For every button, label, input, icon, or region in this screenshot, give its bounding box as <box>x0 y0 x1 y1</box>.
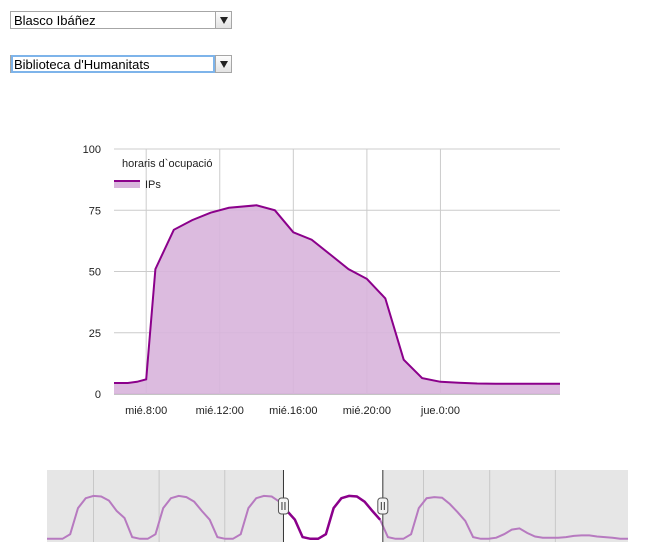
handle-grip <box>377 497 389 515</box>
campus-select[interactable]: Blasco Ibáñez <box>10 11 232 29</box>
chevron-down-icon <box>220 61 228 68</box>
x-axis: mié.8:00 mié.12:00 mié.16:00 mié.20:00 jue.0… <box>125 405 460 417</box>
x-tick-label: mié.12:00 <box>196 405 244 417</box>
y-tick-label: 0 <box>95 389 101 401</box>
y-tick-label: 50 <box>89 267 101 279</box>
x-tick-label: mié.20:00 <box>343 405 391 417</box>
legend-title: horaris d`ocupació <box>122 158 213 170</box>
x-tick-label: mié.8:00 <box>125 405 167 417</box>
y-axis: 0 25 50 75 100 <box>83 144 101 401</box>
library-select-button[interactable] <box>215 55 232 73</box>
handle-grip <box>277 497 289 515</box>
x-tick-label: jue.0:00 <box>420 405 460 417</box>
chart-series <box>114 204 560 394</box>
library-select[interactable]: Biblioteca d'Humanitats <box>10 55 232 73</box>
chevron-down-icon <box>220 17 228 24</box>
range-navigator[interactable] <box>0 470 660 560</box>
legend-swatch <box>114 181 140 188</box>
campus-select-button[interactable] <box>215 11 232 29</box>
x-tick-label: mié.16:00 <box>269 405 317 417</box>
campus-select-value: Blasco Ibáñez <box>14 13 96 28</box>
chart-legend[interactable]: horaris d`ocupació IPs <box>114 158 213 191</box>
y-tick-label: 25 <box>89 328 101 340</box>
series-area-ips <box>114 205 560 394</box>
y-tick-label: 75 <box>89 205 101 217</box>
legend-series-label: IPs <box>145 179 161 191</box>
y-tick-label: 100 <box>83 144 101 156</box>
library-select-value: Biblioteca d'Humanitats <box>14 57 150 72</box>
